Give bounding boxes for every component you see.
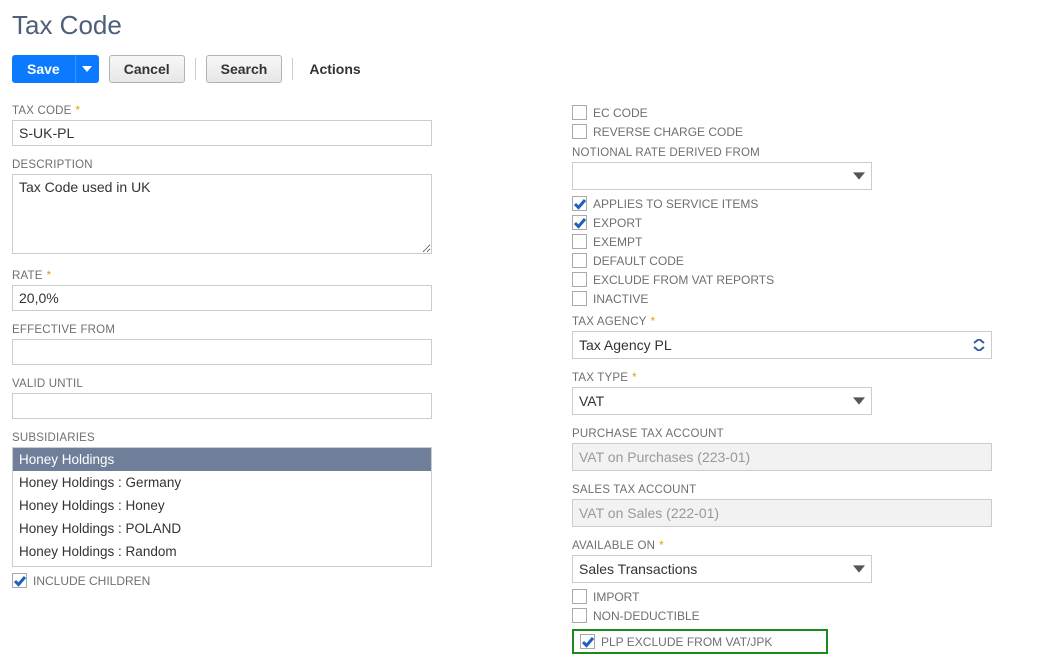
save-dropdown-button[interactable] [75,55,99,83]
reverse-charge-label: REVERSE CHARGE CODE [593,125,743,139]
rate-input[interactable] [12,285,432,311]
import-checkbox[interactable] [572,589,587,604]
valid-until-label: VALID UNTIL [12,378,432,390]
ec-code-checkbox[interactable] [572,105,587,120]
tax-agency-label: TAX AGENCY [572,316,992,328]
notional-rate-select[interactable] [572,162,872,190]
available-on-select[interactable]: Sales Transactions [572,555,872,583]
caret-down-icon [82,64,92,74]
notional-rate-label: NOTIONAL RATE DERIVED FROM [572,147,872,159]
default-code-label: DEFAULT CODE [593,254,684,268]
plp-exclude-checkbox[interactable] [580,634,595,649]
reverse-charge-checkbox[interactable] [572,124,587,139]
caret-down-icon [853,563,865,575]
cancel-button[interactable]: Cancel [109,55,185,83]
check-icon [574,217,586,229]
list-item[interactable]: Honey Holdings [13,448,431,471]
list-item[interactable]: Honey Holdings : Germany [13,471,431,494]
subsidiaries-listbox[interactable]: Honey Holdings Honey Holdings : Germany … [12,447,432,567]
purchase-tax-account-label: PURCHASE TAX ACCOUNT [572,428,992,440]
exclude-vat-reports-checkbox[interactable] [572,272,587,287]
non-deductible-label: NON-DEDUCTIBLE [593,609,700,623]
sales-tax-account-field: VAT on Sales (222-01) [572,499,992,527]
non-deductible-checkbox[interactable] [572,608,587,623]
applies-service-checkbox[interactable] [572,196,587,211]
sales-tax-account-label: SALES TAX ACCOUNT [572,484,992,496]
search-button[interactable]: Search [206,55,283,83]
default-code-checkbox[interactable] [572,253,587,268]
left-column: TAX CODE DESCRIPTION RATE EFFECTIVE FROM… [12,105,432,592]
effective-from-label: EFFECTIVE FROM [12,324,432,336]
actions-menu[interactable]: Actions [303,61,366,77]
tax-code-input[interactable] [12,120,432,146]
page-title: Tax Code [12,10,1029,41]
list-item[interactable]: Honey Holdings : Honey [13,494,431,517]
export-checkbox[interactable] [572,215,587,230]
description-label: DESCRIPTION [12,159,432,171]
form-body: TAX CODE DESCRIPTION RATE EFFECTIVE FROM… [12,105,1029,654]
exempt-label: EXEMPT [593,235,642,249]
include-children-checkbox[interactable] [12,573,27,588]
available-on-value: Sales Transactions [579,561,697,577]
tax-type-label: TAX TYPE [572,372,872,384]
save-button-group: Save [12,55,99,83]
tax-agency-select[interactable]: Tax Agency PL [572,331,992,359]
inactive-checkbox[interactable] [572,291,587,306]
valid-until-input[interactable] [12,393,432,419]
toolbar-divider [292,58,293,80]
applies-service-label: APPLIES TO SERVICE ITEMS [593,197,758,211]
effective-from-input[interactable] [12,339,432,365]
tax-type-value: VAT [579,393,604,409]
ec-code-label: EC CODE [593,106,648,120]
purchase-tax-account-field: VAT on Purchases (223-01) [572,443,992,471]
save-button[interactable]: Save [12,55,75,83]
include-children-label: INCLUDE CHILDREN [33,574,150,588]
right-column: EC CODE REVERSE CHARGE CODE NOTIONAL RAT… [572,105,992,654]
list-item[interactable]: Honey Holdings : POLAND [13,517,431,540]
toolbar: Save Cancel Search Actions [12,55,1029,83]
description-input[interactable] [12,174,432,254]
check-icon [574,198,586,210]
list-item[interactable]: Honey Holdings : Random [13,540,431,563]
available-on-label: AVAILABLE ON [572,540,872,552]
tax-type-select[interactable]: VAT [572,387,872,415]
caret-down-icon [853,395,865,407]
plp-exclude-label: PLP EXCLUDE FROM VAT/JPK [601,635,772,649]
export-label: EXPORT [593,216,642,230]
caret-down-icon [853,170,865,182]
tax-code-label: TAX CODE [12,105,432,117]
inactive-label: INACTIVE [593,292,648,306]
double-chevron-icon [973,339,985,351]
check-icon [582,636,594,648]
subsidiaries-label: SUBSIDIARIES [12,432,432,444]
rate-label: RATE [12,270,432,282]
exempt-checkbox[interactable] [572,234,587,249]
toolbar-divider [195,58,196,80]
plp-exclude-highlight: PLP EXCLUDE FROM VAT/JPK [572,629,828,654]
exclude-vat-reports-label: EXCLUDE FROM VAT REPORTS [593,273,774,287]
check-icon [14,575,26,587]
import-label: IMPORT [593,590,639,604]
tax-agency-value: Tax Agency PL [579,337,672,353]
